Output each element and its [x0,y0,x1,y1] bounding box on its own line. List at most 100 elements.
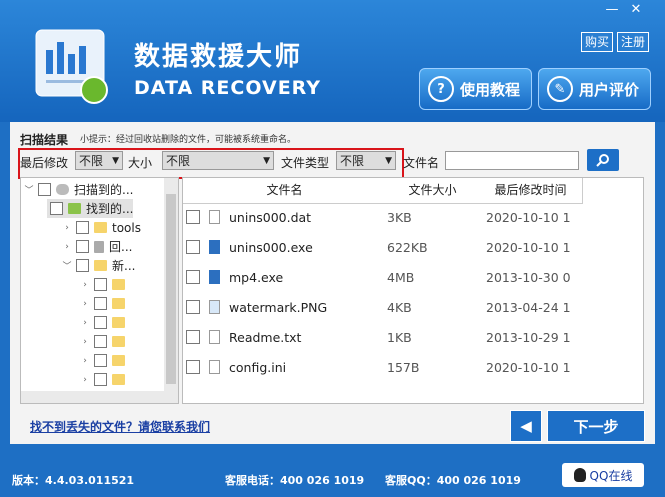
file-date: 2013-10-29 1 [486,329,571,345]
tip-text: 小提示：经过回收站删除的文件，可能被系统重命名。 [80,135,297,145]
checkbox[interactable] [186,360,200,374]
filename-input[interactable] [445,151,579,170]
buy-link[interactable]: 购买 [581,32,614,52]
expand-icon[interactable]: › [79,299,91,309]
folder-icon [68,203,81,214]
review-button[interactable]: ✎ 用户评价 [538,68,651,110]
folder-icon [94,260,107,271]
checkbox[interactable] [76,240,89,253]
search-icon [596,154,609,167]
qq-online-label: QQ在线 [589,468,633,483]
folder-icon [112,317,125,328]
tree-node[interactable]: › [79,294,130,313]
tree-node[interactable]: ﹀ 新... [61,256,135,275]
dropdown-arrow-icon: ▼ [112,156,119,166]
review-label: 用户评价 [579,80,640,99]
tree-node[interactable]: › [79,313,130,332]
tree-node[interactable]: ﹀ 扫描到的... [23,180,133,199]
expand-icon[interactable]: › [61,223,73,233]
close-button[interactable]: ✕ [628,2,644,17]
checkbox[interactable] [94,316,107,329]
tree-node[interactable]: › 回... [61,237,132,256]
drive-icon [56,184,69,195]
expand-icon[interactable]: › [79,318,91,328]
search-button[interactable] [587,149,619,171]
table-row[interactable]: mp4.exe 4MB 2013-10-30 0 [183,262,643,292]
file-date: 2013-04-24 1 [486,299,571,315]
main-panel: 扫描结果 小提示：经过回收站删除的文件，可能被系统重命名。 最后修改 不限 ▼ 大… [10,122,655,444]
version-text: 版本：4.4.03.011521 [12,474,135,487]
filename-label: 文件名 [403,156,440,170]
dropdown-arrow-icon: ▼ [385,156,392,166]
tree-node[interactable]: › [79,332,130,351]
modified-filter-select[interactable]: 不限 ▼ [75,151,123,170]
column-header-date[interactable]: 最后修改时间 [479,178,583,204]
tree-node[interactable]: › [79,351,130,370]
file-date: 2020-10-10 1 [486,239,571,255]
checkbox[interactable] [94,335,107,348]
config-file-icon [209,360,220,374]
text-file-icon [209,330,220,344]
checkbox[interactable] [50,202,63,215]
size-filter-value: 不限 [166,154,191,168]
checkbox[interactable] [186,210,200,224]
checkbox[interactable] [94,297,107,310]
expand-icon[interactable]: › [79,356,91,366]
expand-icon[interactable]: › [61,242,73,252]
recycle-bin-icon [94,240,104,253]
size-filter-select[interactable]: 不限 ▼ [162,151,274,170]
table-row[interactable]: watermark.PNG 4KB 2013-04-24 1 [183,292,643,322]
checkbox[interactable] [186,240,200,254]
file-icon [209,210,220,224]
tree-vertical-scrollbar[interactable] [164,178,178,403]
tree-node-label: tools [112,220,141,235]
folder-tree: ﹀ 扫描到的... 找到的... › tools › 回... ﹀ 新... ›… [20,177,179,404]
file-date: 2020-10-10 1 [486,359,571,375]
checkbox[interactable] [76,259,89,272]
checkbox[interactable] [38,183,51,196]
question-icon: ? [428,76,454,102]
checkbox[interactable] [94,354,107,367]
tree-node[interactable]: › tools [61,218,141,237]
file-name: unins000.dat [229,209,312,225]
checkbox[interactable] [186,270,200,284]
file-date: 2020-10-10 1 [486,209,571,225]
checkbox[interactable] [186,300,200,314]
collapse-icon[interactable]: ﹀ [23,183,35,196]
back-button[interactable]: ◀ [510,410,542,442]
file-name: Readme.txt [229,329,302,345]
file-size: 4KB [387,299,412,315]
file-size: 622KB [387,239,428,255]
type-filter-select[interactable]: 不限 ▼ [336,151,396,170]
tutorial-button[interactable]: ? 使用教程 [419,68,532,110]
minimize-button[interactable]: — [604,2,620,17]
tree-node[interactable]: 找到的... [47,199,134,218]
contact-us-link[interactable]: 找不到丢失的文件？请您联系我们 [30,418,210,435]
checkbox[interactable] [94,373,107,386]
checkbox[interactable] [76,221,89,234]
image-file-icon [209,300,220,314]
column-header-size[interactable]: 文件大小 [386,178,480,204]
table-row[interactable]: unins000.exe 622KB 2020-10-10 1 [183,232,643,262]
expand-icon[interactable]: › [79,375,91,385]
tree-node-label: 回... [109,240,133,254]
checkbox[interactable] [186,330,200,344]
expand-icon[interactable]: › [79,337,91,347]
register-link[interactable]: 注册 [617,32,650,52]
scan-result-title: 扫描结果 [20,133,69,147]
collapse-icon[interactable]: ﹀ [61,259,73,272]
tree-node[interactable]: › [79,275,130,294]
table-row[interactable]: Readme.txt 1KB 2013-10-29 1 [183,322,643,352]
qq-online-button[interactable]: QQ在线 [562,463,644,487]
table-row[interactable]: config.ini 157B 2020-10-10 1 [183,352,643,382]
tree-node[interactable]: › [79,370,130,389]
file-size: 157B [387,359,420,375]
column-header-name[interactable]: 文件名 [183,178,387,204]
checkbox[interactable] [94,278,107,291]
scroll-thumb[interactable] [166,194,176,384]
expand-icon[interactable]: › [79,280,91,290]
size-filter-label: 大小 [128,156,153,170]
tree-horizontal-scrollbar[interactable] [21,391,164,403]
table-row[interactable]: unins000.dat 3KB 2020-10-10 1 [183,202,643,232]
next-button[interactable]: 下一步 [547,410,645,442]
